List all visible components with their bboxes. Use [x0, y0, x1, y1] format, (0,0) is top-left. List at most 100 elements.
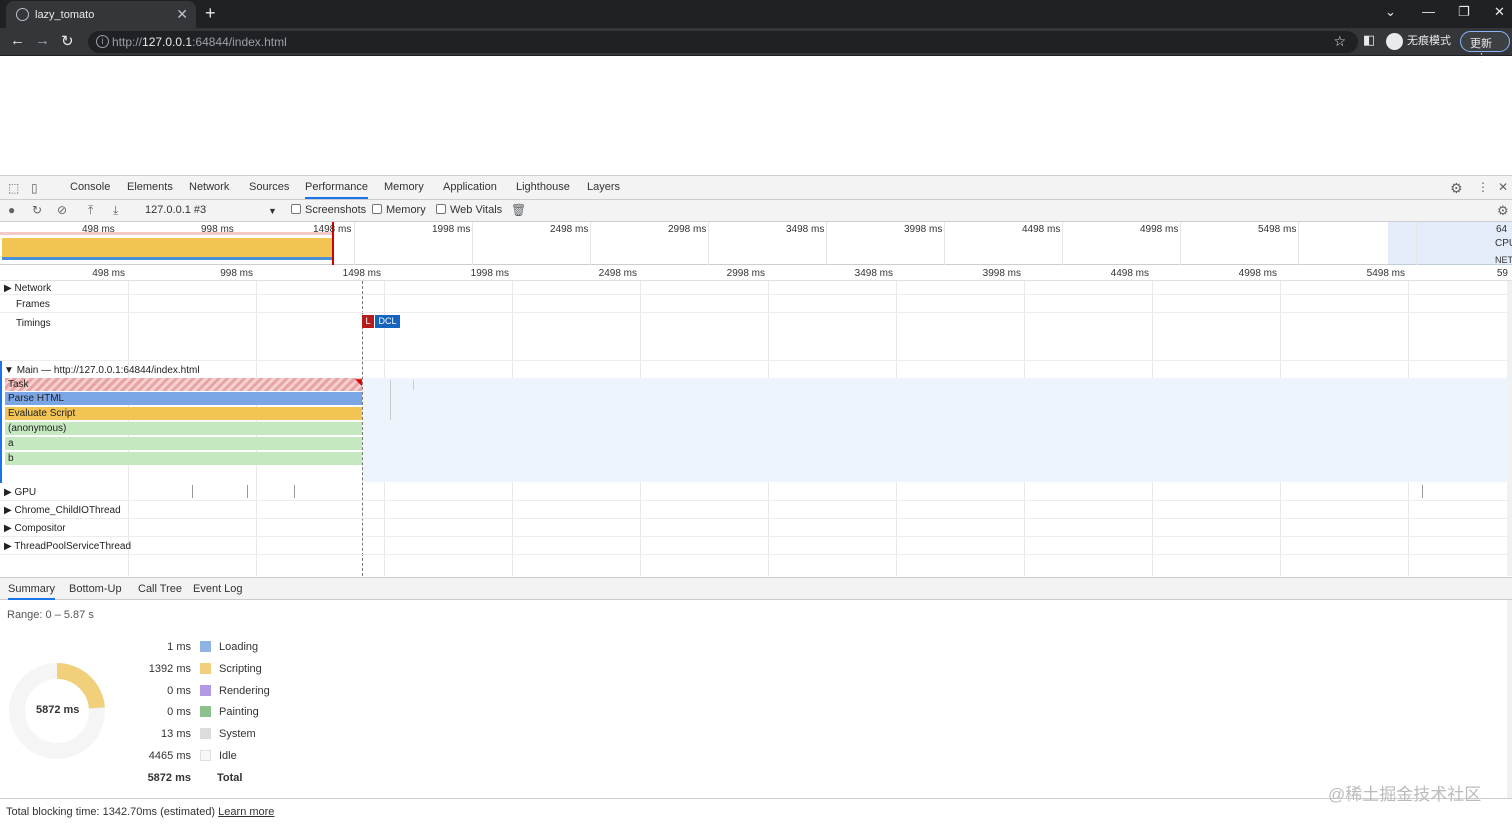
tab-event-log[interactable]: Event Log: [193, 583, 243, 595]
capture-settings-icon[interactable]: ⚙: [1497, 203, 1509, 219]
summary-label: Rendering: [219, 684, 270, 697]
web-vitals-checkbox[interactable]: Web Vitals: [436, 204, 502, 216]
flame-evaluate-script[interactable]: Evaluate Script: [5, 407, 362, 420]
summary-label: Total: [217, 771, 243, 784]
browser-tab[interactable]: lazy_tomato ✕: [6, 1, 196, 28]
learn-more-link[interactable]: Learn more: [218, 806, 274, 818]
donut-total: 5872 ms: [36, 704, 80, 716]
tab-bottom-up[interactable]: Bottom-Up: [69, 583, 122, 595]
summary-swatch: [200, 641, 211, 652]
tab-network[interactable]: Network: [189, 181, 229, 193]
track-compositor[interactable]: ▶ Compositor: [4, 523, 66, 534]
track-childio[interactable]: ▶ Chrome_ChildIOThread: [4, 505, 121, 516]
minimize-icon[interactable]: —: [1422, 4, 1435, 19]
tab-memory[interactable]: Memory: [384, 181, 424, 193]
overview-window-handle[interactable]: [1388, 222, 1512, 265]
summary-value: 0 ms: [167, 684, 191, 697]
tab-strip: lazy_tomato ✕ + ⌄ — ❐ ✕: [0, 0, 1512, 28]
globe-icon: [16, 8, 29, 21]
reload-icon[interactable]: ↻: [61, 32, 74, 50]
summary-swatch: [200, 750, 211, 761]
ruler-tick: 4998 ms: [1238, 268, 1277, 279]
ruler-tick: 1498 ms: [342, 268, 381, 279]
incognito-icon: [1386, 32, 1403, 50]
side-panel-icon[interactable]: ◧: [1363, 32, 1375, 48]
more-options-icon[interactable]: ⋮: [1477, 180, 1489, 194]
ruler-tick: 998 ms: [220, 268, 253, 279]
tab-call-tree[interactable]: Call Tree: [138, 583, 182, 595]
overview-tick: 64: [1496, 224, 1508, 235]
flame-parse-html[interactable]: Parse HTML: [5, 392, 362, 405]
ruler-tick: 2498 ms: [598, 268, 637, 279]
tab-elements[interactable]: Elements: [127, 181, 173, 193]
track-threadpool[interactable]: ▶ ThreadPoolServiceThread: [4, 541, 131, 552]
overview-tick: 3498 ms: [786, 224, 825, 235]
restore-icon[interactable]: ❐: [1458, 4, 1470, 20]
bookmark-star-icon[interactable]: ☆: [1333, 33, 1346, 50]
close-devtools-icon[interactable]: ✕: [1498, 180, 1508, 194]
address-bar[interactable]: i http://127.0.0.1:64844/index.html ☆: [88, 31, 1358, 53]
overview-tick: 2998 ms: [668, 224, 707, 235]
tab-sources[interactable]: Sources: [249, 181, 289, 193]
close-window-icon[interactable]: ✕: [1494, 4, 1505, 20]
overview-selection[interactable]: [0, 222, 334, 265]
details-tab-bar: Summary Bottom-Up Call Tree Event Log: [0, 577, 1512, 600]
timeline-overview[interactable]: 498 ms 998 ms 1498 ms 1998 ms 2498 ms 29…: [0, 222, 1512, 265]
info-icon[interactable]: i: [96, 35, 109, 48]
long-task-warning-icon: ◥: [355, 377, 362, 387]
tab-layers[interactable]: Layers: [587, 181, 620, 193]
track-frames[interactable]: Frames: [16, 299, 50, 310]
summary-row-painting: 0 ms Painting: [130, 706, 330, 720]
reload-record-icon[interactable]: ↻: [32, 203, 42, 217]
flame-task[interactable]: Task: [5, 378, 362, 391]
url-text: http://127.0.0.1:64844/index.html: [112, 35, 287, 49]
tab-lighthouse[interactable]: Lighthouse: [516, 181, 570, 193]
tab-performance[interactable]: Performance: [305, 181, 368, 199]
track-main[interactable]: ▼ Main — http://127.0.0.1:64844/index.ht…: [4, 365, 200, 376]
incognito-indicator[interactable]: 无痕模式: [1386, 32, 1451, 50]
summary-scrollbar[interactable]: [1507, 600, 1512, 798]
overview-tick: 5498 ms: [1258, 224, 1297, 235]
tab-search-icon[interactable]: ⌄: [1385, 4, 1396, 20]
record-icon[interactable]: ●: [8, 203, 15, 217]
track-gpu[interactable]: ▶ GPU: [4, 487, 36, 498]
upload-profile-icon[interactable]: ⤒: [88, 203, 93, 218]
screenshots-checkbox[interactable]: Screenshots: [291, 204, 366, 216]
new-tab-button[interactable]: +: [205, 3, 216, 24]
overview-tick: 2498 ms: [550, 224, 589, 235]
tab-console[interactable]: Console: [70, 181, 110, 193]
clear-icon[interactable]: ⊘: [57, 203, 67, 217]
memory-checkbox[interactable]: Memory: [372, 204, 426, 216]
summary-value: 1 ms: [167, 641, 191, 653]
overview-tick: 4498 ms: [1022, 224, 1061, 235]
summary-swatch: [200, 706, 211, 718]
device-toolbar-icon[interactable]: ▯: [31, 181, 38, 195]
trash-icon[interactable]: 🗑: [511, 203, 526, 217]
timeline-scrollbar[interactable]: [1507, 281, 1512, 576]
tab-application[interactable]: Application: [443, 181, 497, 193]
close-tab-icon[interactable]: ✕: [176, 6, 188, 23]
flame-b[interactable]: b: [5, 452, 362, 465]
ruler-tick: 3998 ms: [982, 268, 1021, 279]
chevron-down-icon[interactable]: ▼: [268, 206, 277, 216]
summary-swatch: [200, 728, 211, 740]
flame-a[interactable]: a: [5, 437, 362, 450]
summary-label: Idle: [219, 750, 237, 762]
profile-select[interactable]: 127.0.0.1 #3: [145, 204, 206, 216]
ruler-tick: 1998 ms: [470, 268, 509, 279]
track-network[interactable]: ▶ Network: [4, 283, 51, 294]
summary-label: Loading: [219, 641, 259, 653]
overview-cpu-label: CPU: [1495, 238, 1512, 249]
summary-swatch: [200, 684, 211, 696]
forward-icon[interactable]: →: [35, 32, 50, 49]
flame-anonymous[interactable]: (anonymous): [5, 422, 362, 435]
tab-summary[interactable]: Summary: [8, 583, 56, 600]
download-profile-icon[interactable]: ⤓: [113, 203, 118, 218]
summary-value: 13 ms: [161, 728, 191, 741]
overview-net-label: NET: [1495, 255, 1512, 265]
settings-gear-icon[interactable]: ⚙: [1450, 180, 1463, 197]
update-button[interactable]: 更新 ⋮: [1460, 31, 1510, 64]
back-icon[interactable]: ←: [10, 32, 25, 49]
browser-toolbar: ← → ↻ i http://127.0.0.1:64844/index.htm…: [0, 28, 1512, 56]
inspect-element-icon[interactable]: ⬚: [8, 181, 19, 195]
